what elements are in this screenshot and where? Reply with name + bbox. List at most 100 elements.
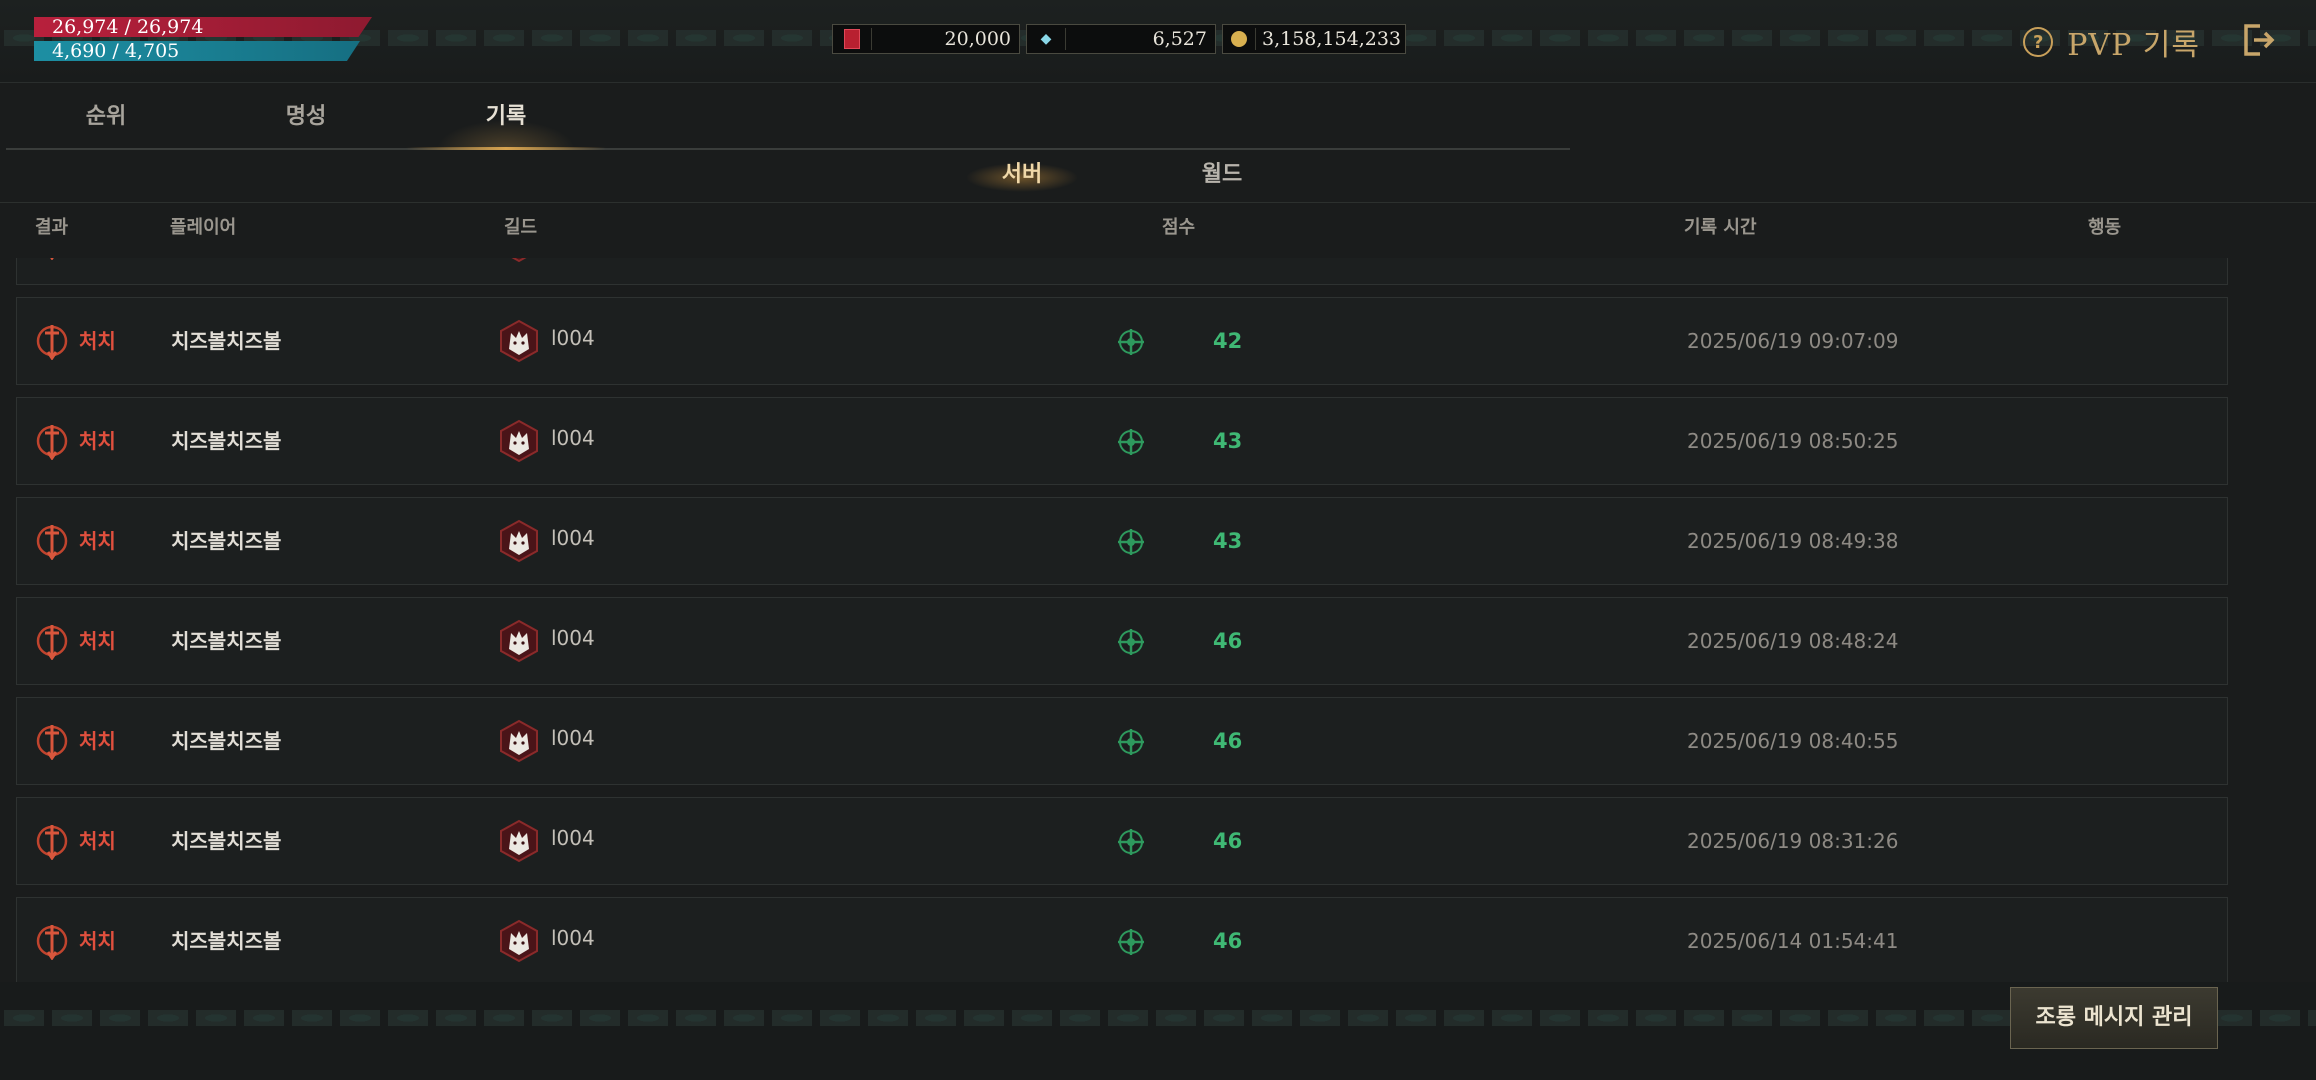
score-value: 43 (1213, 429, 1243, 453)
player-name[interactable]: 치즈볼치즈볼 (171, 698, 281, 784)
table-row[interactable]: 처치 치즈볼치즈볼 l004 46 2025/06/14 01:54:41 (16, 897, 2228, 982)
tab-ranking[interactable]: 순위 (6, 94, 206, 148)
record-list[interactable]: 처치 치즈볼치즈볼 l004 40 2025/06/20 08:14:09 처치… (16, 258, 2230, 982)
guild-name[interactable]: l004 (551, 798, 595, 884)
main-tabs: 순위 명성 기록 (6, 94, 1570, 150)
table-row[interactable]: 처치 치즈볼치즈볼 l004 42 2025/06/19 09:07:09 (16, 297, 2228, 385)
currency-diamond: ◆ 6,527 (1026, 24, 1216, 54)
page-header: ? PVP 기록 (2023, 20, 2200, 64)
table-row[interactable]: 처치 치즈볼치즈볼 l004 46 2025/06/19 08:40:55 (16, 697, 2228, 785)
tab-fame[interactable]: 명성 (206, 94, 406, 148)
player-name[interactable]: 치즈볼치즈볼 (171, 798, 281, 884)
score-emblem-icon (1118, 629, 1144, 655)
wolf-emblem-icon (500, 519, 538, 563)
bottom-bar (0, 982, 2316, 1080)
table-row[interactable]: 처치 치즈볼치즈볼 l004 46 2025/06/19 08:31:26 (16, 797, 2228, 885)
score-value: 43 (1213, 529, 1243, 553)
result-label: 처치 (79, 429, 116, 453)
record-time: 2025/06/20 08:14:09 (1687, 258, 1898, 284)
result-label: 처치 (79, 329, 116, 353)
score-value: 46 (1213, 729, 1243, 753)
wolf-emblem-icon (500, 919, 538, 963)
player-name[interactable]: 치즈볼치즈볼 (171, 598, 281, 684)
guild-name[interactable]: l004 (551, 258, 595, 284)
table-row[interactable]: 처치 치즈볼치즈볼 l004 43 2025/06/19 08:49:38 (16, 497, 2228, 585)
kill-sword-icon (36, 325, 68, 360)
subtab-world[interactable]: 월드 (1152, 150, 1292, 200)
score-emblem-icon (1118, 829, 1144, 855)
wolf-emblem-icon (500, 619, 538, 663)
score-emblem-icon (1118, 929, 1144, 955)
help-icon[interactable]: ? (2023, 27, 2054, 57)
table-row[interactable]: 처치 치즈볼치즈볼 l004 43 2025/06/19 08:50:25 (16, 397, 2228, 485)
subtab-server[interactable]: 서버 (952, 150, 1092, 200)
result-label: 처치 (79, 258, 116, 284)
score-emblem-icon (1118, 729, 1144, 755)
record-time: 2025/06/14 01:54:41 (1687, 929, 1899, 953)
player-name[interactable]: 치즈볼치즈볼 (171, 498, 281, 584)
tab-record[interactable]: 기록 (406, 94, 606, 150)
exit-icon[interactable] (2238, 20, 2278, 60)
record-time: 2025/06/19 08:40:55 (1687, 729, 1899, 753)
gold-coin-icon (1231, 28, 1247, 50)
kill-sword-icon (36, 625, 68, 660)
record-time: 2025/06/19 09:07:09 (1687, 329, 1899, 353)
col-score: 점수 (1162, 217, 1196, 238)
col-player: 플레이어 (170, 217, 237, 238)
kill-sword-icon (36, 425, 68, 460)
col-action: 행동 (2088, 217, 2122, 238)
record-time: 2025/06/19 08:49:38 (1687, 529, 1899, 553)
score-emblem-icon (1118, 429, 1144, 455)
mp-bar: 4,690 / 4,705 (34, 41, 360, 61)
top-bar: 26,974 / 26,974 4,690 / 4,705 20,000 ◆ 6… (0, 0, 2316, 83)
col-time: 기록 시간 (1684, 217, 1757, 238)
currency-gold-value: 3,158,154,233 (1255, 28, 1409, 50)
table-row[interactable]: 처치 치즈볼치즈볼 l004 40 2025/06/20 08:14:09 (16, 258, 2228, 285)
score-value: 46 (1213, 929, 1243, 953)
score-value: 46 (1213, 829, 1243, 853)
player-name[interactable]: 치즈볼치즈볼 (171, 298, 281, 384)
col-guild: 길드 (504, 217, 538, 238)
guild-name[interactable]: l004 (551, 498, 595, 584)
record-time: 2025/06/19 08:50:25 (1687, 429, 1899, 453)
wolf-emblem-icon (511, 258, 527, 263)
currency-ticket: 20,000 (832, 24, 1020, 54)
currency-gold: 3,158,154,233 (1222, 24, 1406, 54)
wolf-emblem-icon (500, 419, 538, 463)
guild-name[interactable]: l004 (551, 898, 595, 982)
wolf-emblem-icon (500, 719, 538, 763)
guild-name[interactable]: l004 (551, 298, 595, 384)
currency-ticket-value: 20,000 (871, 28, 1019, 50)
result-label: 처치 (79, 929, 116, 953)
kill-sword-icon (36, 825, 68, 860)
score-value: 42 (1213, 329, 1243, 353)
kill-sword-icon (36, 725, 68, 760)
diamond-icon: ◆ (1040, 31, 1052, 47)
player-name[interactable]: 치즈볼치즈볼 (171, 898, 281, 982)
record-time: 2025/06/19 08:31:26 (1687, 829, 1899, 853)
record-time: 2025/06/19 08:48:24 (1687, 629, 1899, 653)
kill-sword-icon (50, 258, 54, 260)
table-row[interactable]: 처치 치즈볼치즈볼 l004 46 2025/06/19 08:48:24 (16, 597, 2228, 685)
col-result: 결과 (35, 217, 69, 238)
wolf-emblem-icon (500, 819, 538, 863)
score-emblem-icon (1118, 529, 1144, 555)
guild-name[interactable]: l004 (551, 598, 595, 684)
player-name[interactable]: 치즈볼치즈볼 (171, 258, 281, 284)
wolf-emblem-icon (500, 319, 538, 363)
bottom-ornament (0, 1010, 2316, 1026)
kill-sword-icon (36, 925, 68, 960)
result-label: 처치 (79, 529, 116, 553)
page-title: PVP 기록 (2067, 28, 2200, 63)
guild-name[interactable]: l004 (551, 398, 595, 484)
score-value: 46 (1213, 629, 1243, 653)
taunt-message-button[interactable]: 조롱 메시지 관리 (2010, 987, 2218, 1049)
result-label: 처치 (79, 829, 116, 853)
player-name[interactable]: 치즈볼치즈볼 (171, 398, 281, 484)
red-ticket-icon (841, 28, 863, 50)
result-label: 처치 (79, 729, 116, 753)
guild-name[interactable]: l004 (551, 698, 595, 784)
result-label: 처치 (79, 629, 116, 653)
hp-bar: 26,974 / 26,974 (34, 17, 372, 37)
kill-sword-icon (36, 525, 68, 560)
